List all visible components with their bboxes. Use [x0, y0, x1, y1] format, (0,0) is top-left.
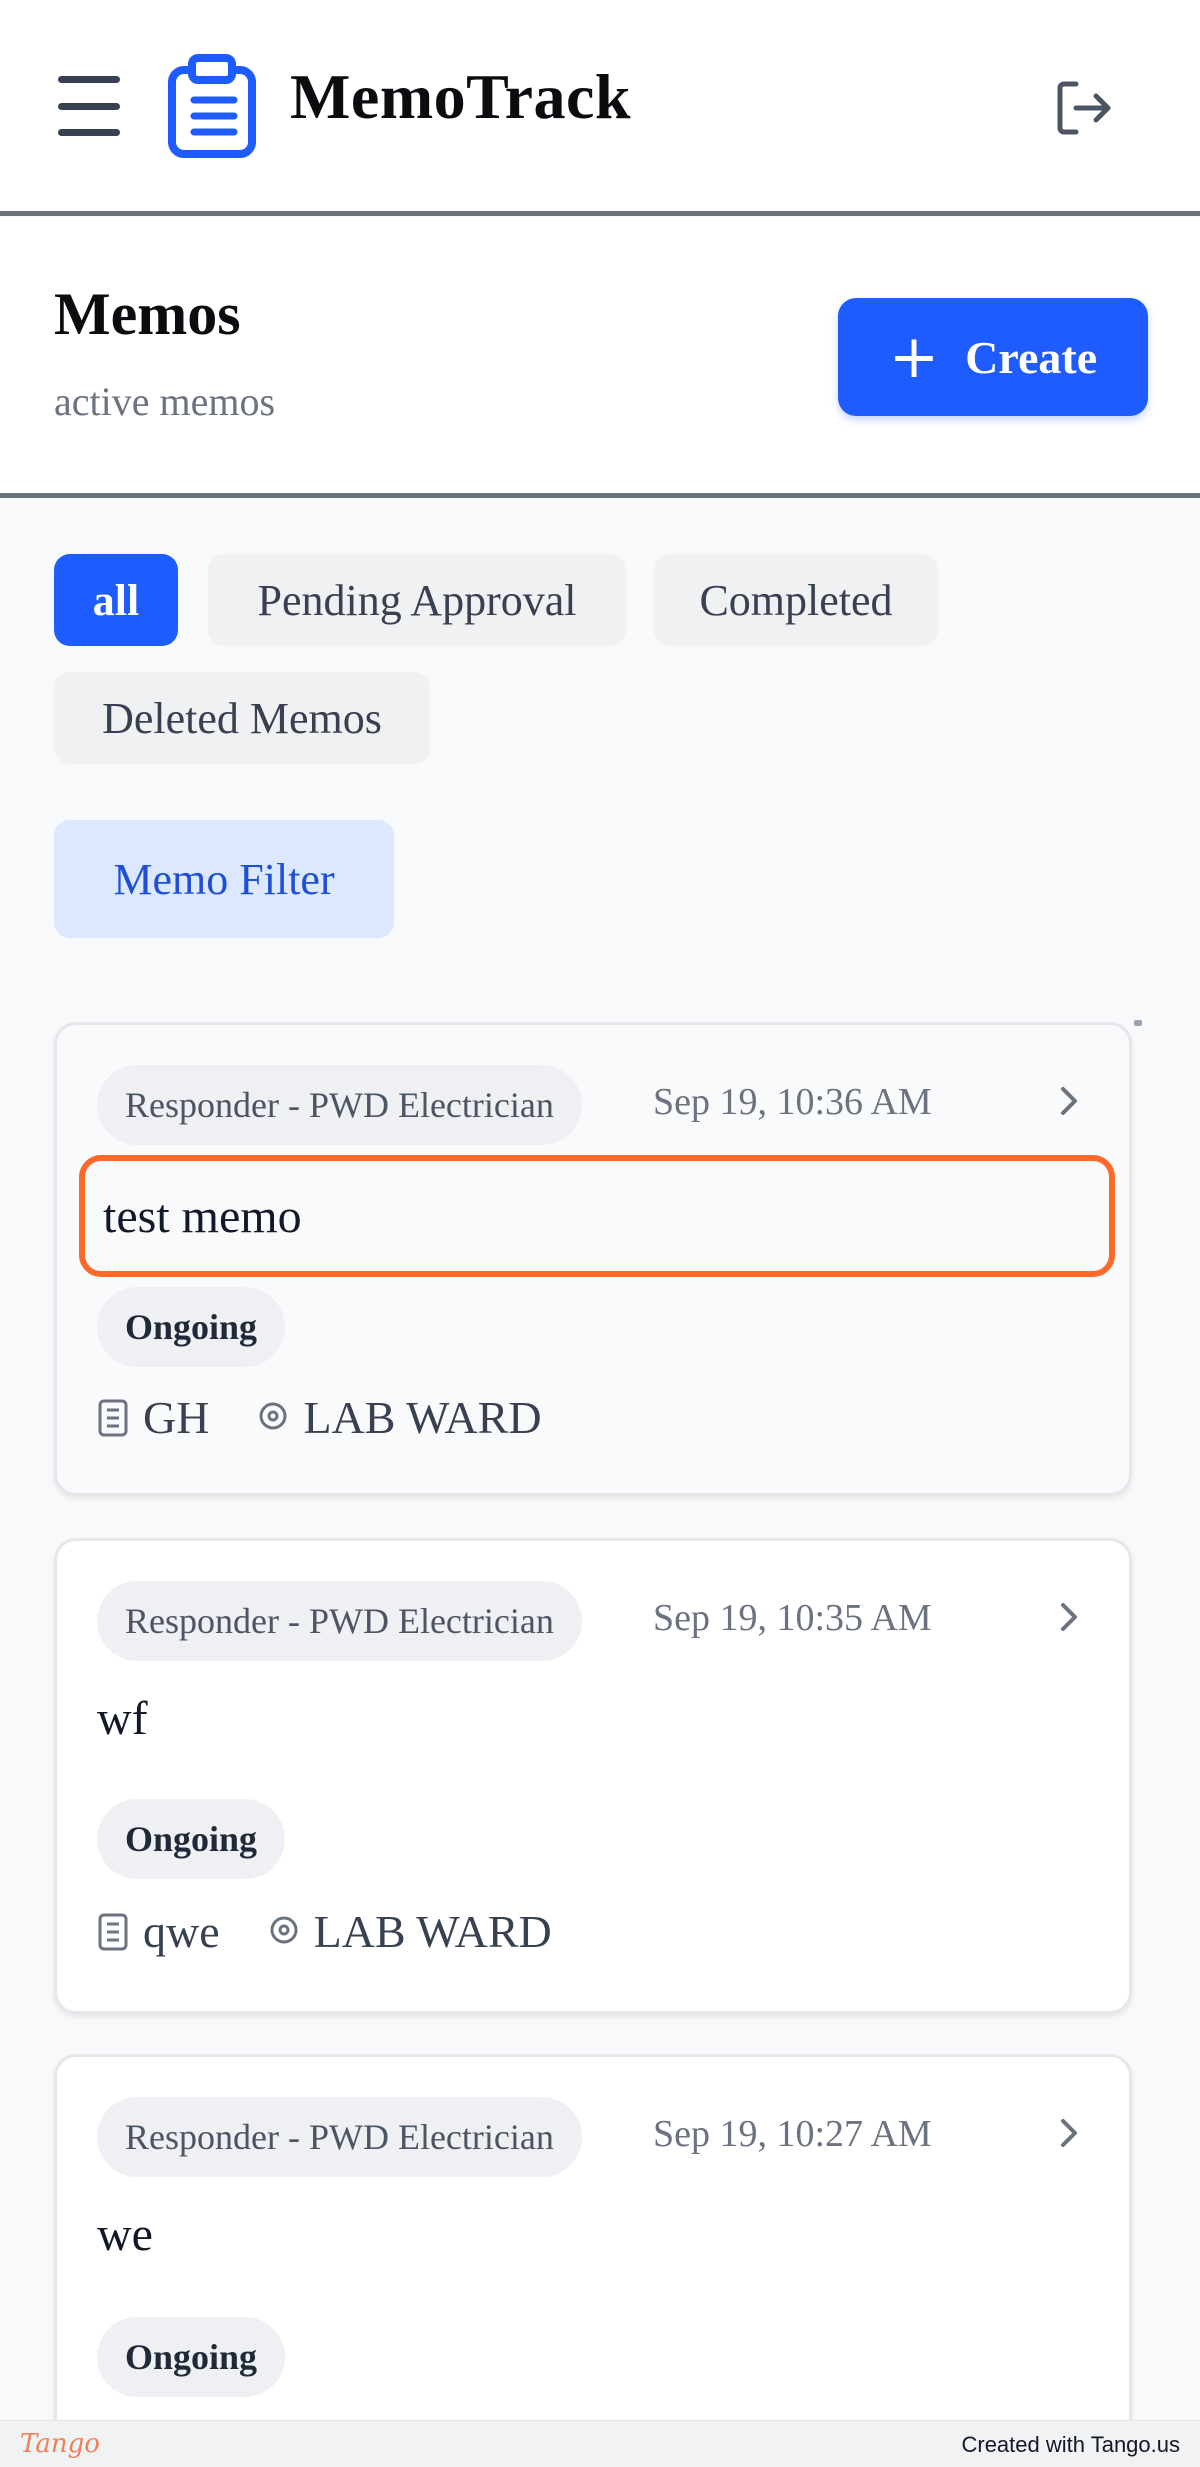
status-badge: Ongoing [97, 1799, 286, 1879]
memo-title: wf [97, 1692, 148, 1745]
page-subtitle: active memos [54, 379, 276, 424]
tango-logo: Tango [20, 2429, 100, 2459]
menu-icon[interactable] [58, 76, 128, 136]
responder-badge: Responder - PWD Electrician [97, 1581, 582, 1661]
create-button[interactable]: + Create [838, 298, 1148, 416]
page-header: Memos active memos + Create [0, 218, 1200, 498]
clipboard-list-icon [168, 54, 256, 158]
building-label: qwe [143, 1906, 220, 1957]
status-badge: Ongoing [97, 2317, 286, 2397]
tab-deleted-memos[interactable]: Deleted Memos [54, 672, 430, 764]
plus-icon: + [888, 322, 940, 392]
building-icon [98, 1913, 128, 1950]
memo-title: test memo [79, 1155, 1115, 1277]
location-pin-icon [259, 1402, 287, 1429]
page-title: Memos [54, 281, 241, 347]
responder-badge: Responder - PWD Electrician [97, 2097, 582, 2177]
chevron-right-icon[interactable] [1049, 2111, 1089, 2155]
memo-date: Sep 19, 10:36 AM [653, 1081, 932, 1123]
app-header: MemoTrack [0, 0, 1200, 216]
location-label: LAB WARD [313, 1906, 552, 1957]
tab-all[interactable]: all [54, 554, 178, 646]
create-button-label: Create [965, 331, 1098, 383]
memo-card[interactable]: Responder - PWD Electrician Sep 19, 10:3… [54, 1538, 1132, 2014]
location-label: LAB WARD [303, 1392, 542, 1443]
tab-completed[interactable]: Completed [654, 554, 938, 646]
location-pin-icon [270, 1916, 298, 1943]
app-title: MemoTrack [290, 61, 631, 132]
chevron-right-icon[interactable] [1049, 1595, 1089, 1639]
building-info: GH [97, 1391, 209, 1444]
building-icon [98, 1399, 128, 1436]
building-info: qwe [97, 1905, 220, 1958]
location-info: LAB WARD [268, 1905, 552, 1958]
building-label: GH [143, 1392, 210, 1443]
memo-filter-button[interactable]: Memo Filter [54, 820, 394, 938]
scrollbar-indicator [1134, 1020, 1142, 1026]
created-with-text[interactable]: Created with Tango.us [961, 2432, 1180, 2458]
location-info: LAB WARD [257, 1391, 542, 1444]
memo-meta: GH LAB WARD [97, 1391, 590, 1444]
memo-date: Sep 19, 10:35 AM [653, 1597, 932, 1639]
tab-pending-approval[interactable]: Pending Approval [208, 554, 626, 646]
memo-meta: qwe LAB WARD [97, 1905, 600, 1958]
tango-footer: Tango Created with Tango.us [0, 2420, 1200, 2467]
app-screen: MemoTrack Memos active memos + Create al… [0, 0, 1200, 2420]
memo-card[interactable]: Responder - PWD Electrician Sep 19, 10:2… [54, 2054, 1132, 2420]
status-badge: Ongoing [97, 1287, 286, 1367]
memo-card[interactable]: Responder - PWD Electrician Sep 19, 10:3… [54, 1022, 1132, 1496]
memo-title: we [97, 2208, 153, 2261]
memo-date: Sep 19, 10:27 AM [653, 2113, 932, 2155]
responder-badge: Responder - PWD Electrician [97, 1065, 582, 1145]
chevron-right-icon[interactable] [1049, 1079, 1089, 1123]
logout-icon[interactable] [1050, 74, 1118, 142]
